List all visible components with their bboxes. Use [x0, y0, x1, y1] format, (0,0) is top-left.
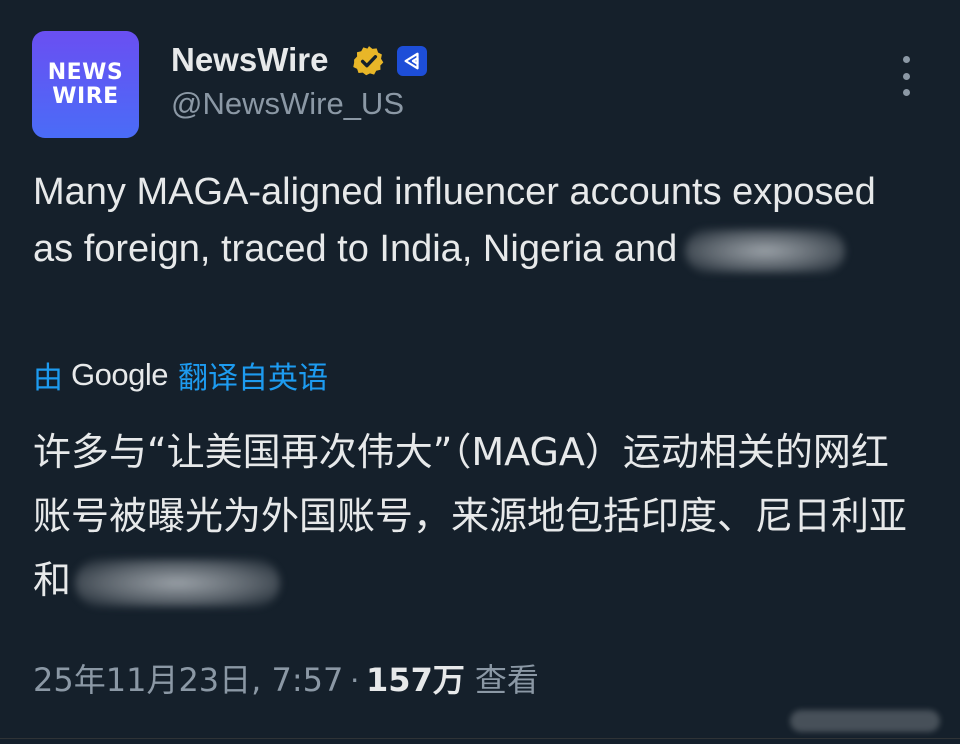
- meta-separator: ·: [349, 659, 361, 696]
- account-handle[interactable]: @NewsWire_US: [171, 85, 404, 123]
- more-options-icon[interactable]: [890, 56, 922, 96]
- google-logo: Google: [71, 357, 168, 392]
- avatar-logo-line1: NEWS: [47, 59, 124, 85]
- divider: [0, 738, 960, 739]
- tweet-meta: 25年11月23日, 7:57 · 157万 查看: [33, 656, 539, 700]
- gold-verified-badge-icon[interactable]: [352, 44, 386, 78]
- display-name[interactable]: NewsWire: [171, 40, 328, 80]
- redacted-blur: [75, 558, 281, 607]
- translated-by-label: 由: [33, 361, 63, 396]
- views-label[interactable]: 查看: [475, 655, 539, 701]
- views-count[interactable]: 157万: [366, 655, 465, 701]
- translated-from-label: 翻译自英语: [177, 361, 328, 396]
- translation-attribution[interactable]: 由 Google 翻译自英语: [33, 355, 328, 396]
- watermark-blur: [790, 710, 940, 732]
- redacted-blur: [685, 228, 846, 273]
- tweet-text-container: Many MAGA-aligned influencer accounts ex…: [33, 164, 913, 278]
- more-dot: [902, 89, 910, 96]
- translated-text-container: 许多与“让美国再次伟大”（MAGA）运动相关的网红账号被曝光为外国账号，来源地包…: [33, 420, 923, 612]
- post-timestamp[interactable]: 25年11月23日, 7:57: [33, 655, 343, 701]
- avatar-logo-line2: WIRE: [52, 83, 119, 109]
- more-dot: [902, 72, 910, 80]
- affiliate-badge-icon[interactable]: [397, 46, 427, 76]
- affiliate-logo-icon: [404, 52, 419, 70]
- more-dot: [902, 56, 910, 63]
- avatar[interactable]: NEWS WIRE: [32, 31, 139, 138]
